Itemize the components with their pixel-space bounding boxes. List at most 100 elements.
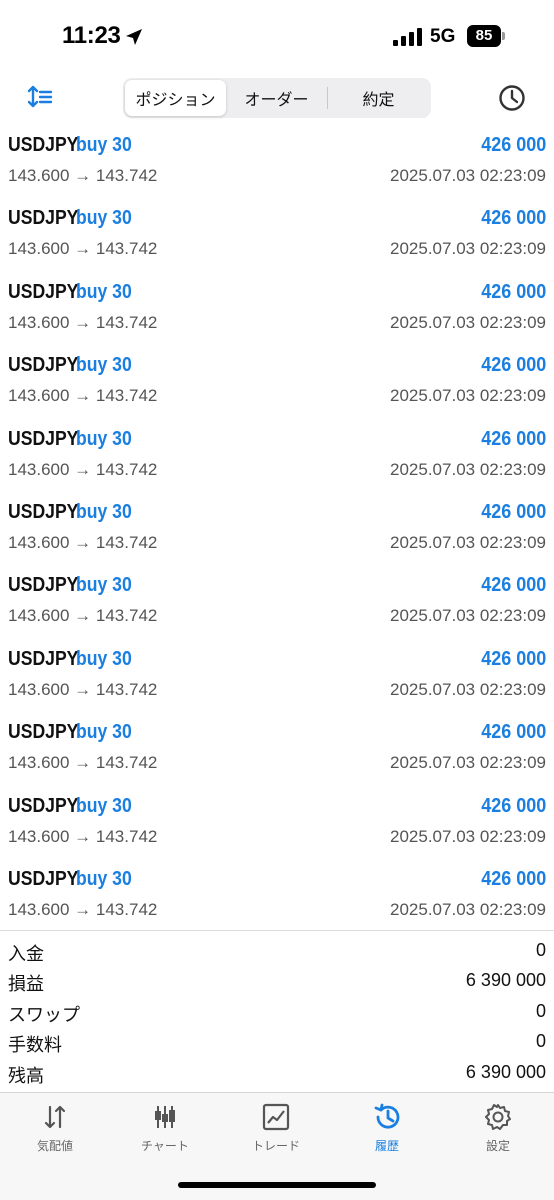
tab-label: 設定 [485,1139,510,1153]
summary-label: 入金 [8,944,44,964]
position-symbol: USDJPY [8,867,79,890]
history-clock-icon [374,1103,400,1129]
tab-positions[interactable]: ポジション [125,80,226,116]
position-side: buy 30 [76,794,132,817]
candlestick-icon [155,1106,175,1128]
position-prices: 143.600 → 143.742 [8,386,158,406]
position-prices: 143.600 → 143.742 [8,166,158,185]
tab-history[interactable]: 履歴 [332,1103,442,1163]
tab-trade[interactable]: トレード [221,1103,331,1163]
tab-orders[interactable]: オーダー [226,80,327,116]
position-profit: 426 000 [480,794,546,817]
position-time: 2025.07.03 02:23:09 [390,826,546,846]
quotes-arrows-icon [44,1105,66,1129]
signal-bars-icon [393,28,422,46]
list-item[interactable]: USDJPY buy 30 426 000 143.600 → 143.742 … [0,640,554,713]
summary-value: 0 [535,1031,546,1052]
summary-label: 損益 [8,974,44,995]
summary-row-profit: 損益 6 390 000 [0,966,554,996]
position-prices: 143.600 → 143.742 [8,606,158,626]
tab-label: 履歴 [374,1139,399,1153]
position-symbol: USDJPY [8,134,79,156]
position-symbol: USDJPY [8,207,79,230]
position-time: 2025.07.03 02:23:09 [390,459,546,479]
list-item[interactable]: USDJPY buy 30 426 000 143.600 → 143.742 … [0,199,554,272]
tab-settings[interactable]: 設定 [443,1103,553,1163]
location-arrow-icon [126,29,142,45]
position-profit: 426 000 [480,427,546,450]
gear-icon [485,1104,511,1130]
position-time: 2025.07.03 02:23:09 [390,166,546,185]
battery-cap [502,32,505,40]
summary-row-balance: 残高 6 390 000 [0,1058,554,1088]
position-profit: 426 000 [480,721,546,744]
position-symbol: USDJPY [8,574,79,597]
list-item[interactable]: USDJPY buy 30 426 000 143.600 → 143.742 … [0,273,554,346]
summary-row-deposit: 入金 0 [0,936,554,966]
summary-value: 6 390 000 [465,970,546,991]
list-item[interactable]: USDJPY buy 30 426 000 143.600 → 143.742 … [0,126,554,199]
battery-indicator: 85 [467,25,505,47]
position-prices: 143.600 → 143.742 [8,753,158,773]
position-side: buy 30 [76,354,132,377]
position-time: 2025.07.03 02:23:09 [390,312,546,332]
position-side: buy 30 [76,207,132,230]
network-label: 5G [430,26,456,47]
position-time: 2025.07.03 02:23:09 [390,532,546,552]
position-symbol: USDJPY [8,354,79,377]
status-bar: 11:23 5G 85 [0,0,554,74]
summary-value: 6 390 000 [465,1061,546,1082]
position-symbol: USDJPY [8,794,79,817]
position-prices: 143.600 → 143.742 [8,312,158,332]
position-side: buy 30 [76,721,132,744]
position-time: 2025.07.03 02:23:09 [390,899,546,919]
position-side: buy 30 [76,647,132,670]
position-symbol: USDJPY [8,427,79,450]
summary-row-swap: スワップ 0 [0,997,554,1027]
list-item[interactable]: USDJPY buy 30 426 000 143.600 → 143.742 … [0,346,554,419]
position-symbol: USDJPY [8,280,79,303]
position-profit: 426 000 [480,207,546,230]
tab-chart[interactable]: チャート [110,1103,220,1163]
tab-label: 気配値 [36,1139,73,1153]
summary-divider [0,930,554,931]
toolbar: ポジション オーダー 約定 [0,76,554,122]
tab-label: トレード [251,1139,300,1153]
list-item[interactable]: USDJPY buy 30 426 000 143.600 → 143.742 … [0,566,554,639]
list-item[interactable]: USDJPY buy 30 426 000 143.600 → 143.742 … [0,713,554,786]
summary-label: 残高 [8,1065,44,1086]
segmented-control: ポジション オーダー 約定 [123,78,431,118]
summary-label: 手数料 [8,1035,62,1056]
tab-quotes[interactable]: 気配値 [0,1103,110,1163]
home-indicator [178,1182,376,1188]
position-time: 2025.07.03 02:23:09 [390,239,546,259]
position-prices: 143.600 → 143.742 [8,459,158,479]
position-side: buy 30 [76,280,132,303]
position-time: 2025.07.03 02:23:09 [390,679,546,699]
position-symbol: USDJPY [8,500,79,523]
position-profit: 426 000 [480,867,546,890]
list-item[interactable]: USDJPY buy 30 426 000 143.600 → 143.742 … [0,860,554,933]
position-side: buy 30 [76,134,132,156]
position-profit: 426 000 [480,354,546,377]
position-prices: 143.600 → 143.742 [8,899,158,919]
list-item[interactable]: USDJPY buy 30 426 000 143.600 → 143.742 … [0,493,554,566]
tab-deals[interactable]: 約定 [328,80,429,116]
summary-value: 0 [535,940,546,960]
position-profit: 426 000 [480,134,546,156]
list-item[interactable]: USDJPY buy 30 426 000 143.600 → 143.742 … [0,787,554,860]
status-time: 11:23 [62,22,121,49]
clock-icon[interactable] [497,83,527,113]
summary-row-commission: 手数料 0 [0,1027,554,1057]
position-time: 2025.07.03 02:23:09 [390,386,546,406]
position-prices: 143.600 → 143.742 [8,679,158,699]
position-prices: 143.600 → 143.742 [8,826,158,846]
sort-icon[interactable] [26,83,54,111]
position-prices: 143.600 → 143.742 [8,532,158,552]
battery-level: 85 [467,25,501,47]
position-time: 2025.07.03 02:23:09 [390,753,546,773]
list-item[interactable]: USDJPY buy 30 426 000 143.600 → 143.742 … [0,420,554,493]
position-side: buy 30 [76,427,132,450]
tab-label: チャート [141,1139,189,1153]
summary-value: 0 [535,1000,546,1021]
